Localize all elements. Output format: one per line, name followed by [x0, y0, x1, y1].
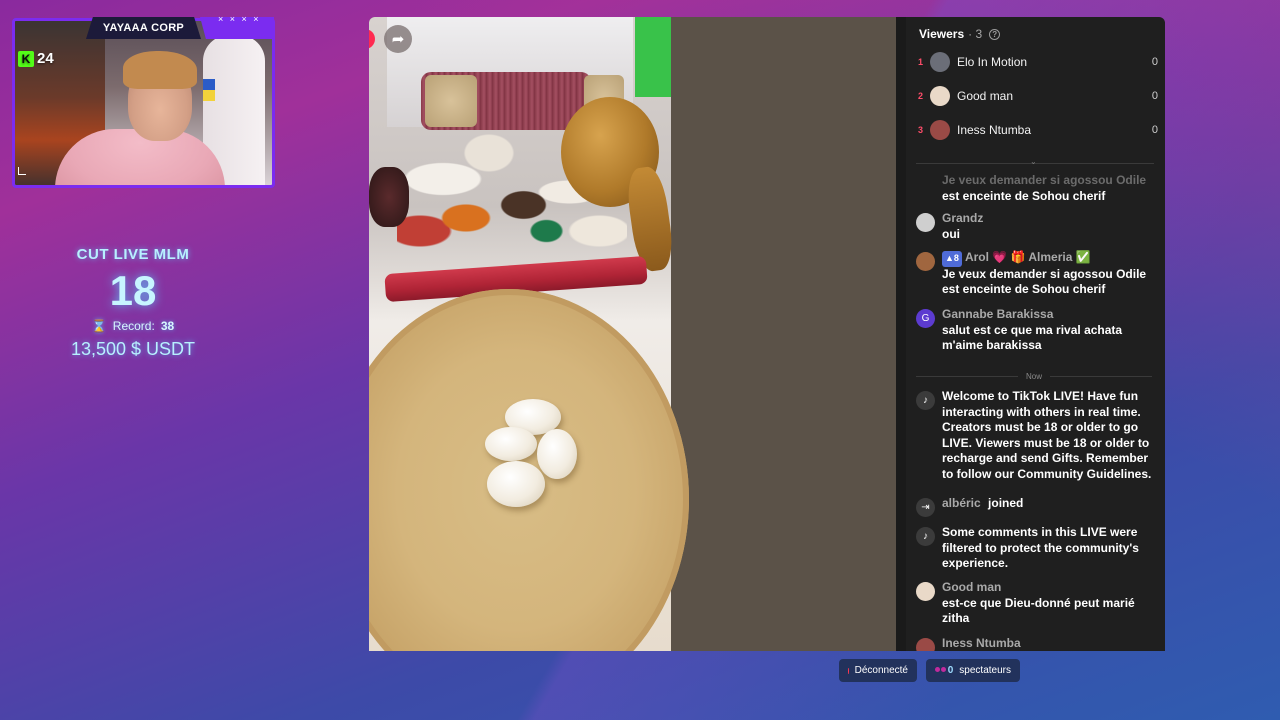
record-label: Record: [112, 319, 155, 333]
chat-text: est-ce que Dieu-donné peut marié zitha [942, 595, 1135, 626]
chat-author[interactable]: Iness Ntumba [942, 636, 1156, 651]
chat-author-line[interactable]: ▲8 Arol 💗 🎁 Almeria ✅ [942, 250, 1156, 267]
connection-status-button[interactable]: Déconnecté [839, 659, 917, 682]
hourglass-icon: ⌛ [91, 319, 107, 333]
viewer-score: 0 [1151, 56, 1158, 68]
record-line: ⌛ Record: 38 [28, 319, 238, 333]
tiktok-icon: ♪ [916, 527, 935, 546]
spectators-label: spectateurs [959, 665, 1011, 676]
record-value: 38 [160, 319, 175, 333]
goal-label: CUT LIVE MLM [76, 246, 190, 263]
chat-message: G Gannabe Barakissa salut est ce que ma … [916, 307, 1156, 354]
viewer-rank: 1 [918, 57, 924, 67]
now-label: Now [1026, 372, 1043, 381]
webcam-feed [12, 18, 275, 188]
viewer-score: 0 [1151, 90, 1158, 102]
viewer-row[interactable]: 2 Good man 0 [918, 85, 1158, 107]
viewer-name: Good man [957, 89, 1014, 103]
streamer-hair [123, 51, 197, 89]
viewer-name: Iness Ntumba [957, 123, 1032, 137]
join-icon: ⇥ [916, 498, 935, 517]
chat-edge [896, 17, 906, 651]
video-bottle [369, 167, 409, 227]
chat-message: ▲8 Arol 💗 🎁 Almeria ✅ Je veux demander si… [916, 250, 1156, 298]
cowrie-shell [487, 461, 545, 507]
connection-status-label: Déconnecté [854, 665, 908, 676]
cowrie-shell [537, 429, 577, 479]
goal-count: 18 [109, 267, 157, 314]
share-button[interactable]: ➦ [384, 25, 412, 53]
chat-message: Je veux demander si agossou Odile est en… [916, 173, 1156, 204]
spectators-button[interactable]: 0 spectateurs [926, 659, 1020, 682]
chat-author: Arol 💗 🎁 Almeria ✅ [964, 250, 1091, 264]
viewer-row[interactable]: 3 Iness Ntumba 0 [918, 119, 1158, 141]
chat-message: Grandz oui [916, 211, 1156, 242]
cam-title: YAYAAA CORP [86, 17, 201, 39]
viewer-name: Elo In Motion [957, 55, 1028, 69]
kick-logo-icon: K [18, 50, 34, 67]
cowrie-shell [485, 427, 537, 461]
join-message: ⇥ albéric joined [916, 496, 1156, 517]
system-text: Welcome to TikTok LIVE! Have fun interac… [942, 389, 1152, 481]
chat-author[interactable]: Good man [942, 580, 1156, 596]
viewers-icon [935, 667, 946, 674]
chat-author: Je veux demander si agossou Odile [942, 173, 1147, 187]
badge-level: 8 [953, 253, 959, 263]
viewers-header: Viewers · 3 ? [919, 27, 1001, 41]
avatar [916, 582, 935, 601]
cam-decoration-dots: × × × × [218, 14, 261, 24]
viewer-rank: 2 [918, 91, 924, 101]
kick-follower-badge: K 24 [18, 50, 54, 67]
avatar: G [916, 309, 935, 328]
chat-text: oui [942, 226, 960, 241]
live-video[interactable]: ➦ [369, 17, 896, 651]
chat-panel: Viewers · 3 ? 1 Elo In Motion 0 2 Good m… [906, 17, 1165, 651]
viewers-count: · 3 [968, 27, 983, 41]
system-message: ♪ Some comments in this LIVE were filter… [916, 525, 1156, 572]
viewer-score: 0 [1151, 124, 1158, 136]
tiktok-icon: ♪ [916, 391, 935, 410]
viewer-avatar [930, 86, 950, 106]
video-photo [369, 17, 689, 651]
avatar [916, 638, 935, 651]
webcam-flag [203, 79, 215, 101]
chat-author[interactable]: Gannabe Barakissa [942, 307, 1156, 323]
chat-author[interactable]: Grandz [942, 211, 1156, 227]
chat-text: Je veux demander si agossou Odile est en… [942, 266, 1147, 297]
usdt-amount: 13,500 $ USDT [70, 339, 196, 359]
viewer-avatar [930, 120, 950, 140]
chat-author[interactable]: albéric [942, 496, 981, 510]
avatar [916, 213, 935, 232]
stream-goal-widget: CUT LIVE MLM 18 ⌛ Record: 38 13,500 $ US… [28, 246, 238, 360]
avatar [916, 252, 935, 271]
now-separator: Now [916, 372, 1153, 381]
help-icon[interactable]: ? [989, 28, 1001, 40]
chat-text: salut est ce que ma rival achata m'aime … [942, 322, 1123, 353]
disconnected-dot-icon [848, 667, 849, 674]
system-text: Some comments in this LIVE were filtered… [942, 525, 1139, 570]
viewers-title: Viewers [919, 27, 965, 41]
join-text: joined [988, 496, 1024, 510]
frame-corner [18, 167, 26, 175]
viewer-avatar [930, 52, 950, 72]
video-green-box [635, 17, 671, 97]
chat-message: Good man est-ce que Dieu-donné peut mari… [916, 580, 1156, 627]
viewer-row[interactable]: 1 Elo In Motion 0 [918, 51, 1158, 73]
video-spool-end [425, 75, 477, 127]
chat-message: Iness Ntumba [916, 636, 1156, 651]
fan-level-badge: ▲8 [942, 251, 962, 267]
viewer-rank: 3 [918, 125, 924, 135]
spectators-count: 0 [947, 665, 954, 676]
expand-chevron-icon[interactable]: ⌄ [1030, 157, 1037, 166]
kick-follower-count: 24 [37, 50, 54, 67]
system-message: ♪ Welcome to TikTok LIVE! Have fun inter… [916, 389, 1156, 482]
chat-text: est enceinte de Sohou cherif [942, 188, 1106, 203]
